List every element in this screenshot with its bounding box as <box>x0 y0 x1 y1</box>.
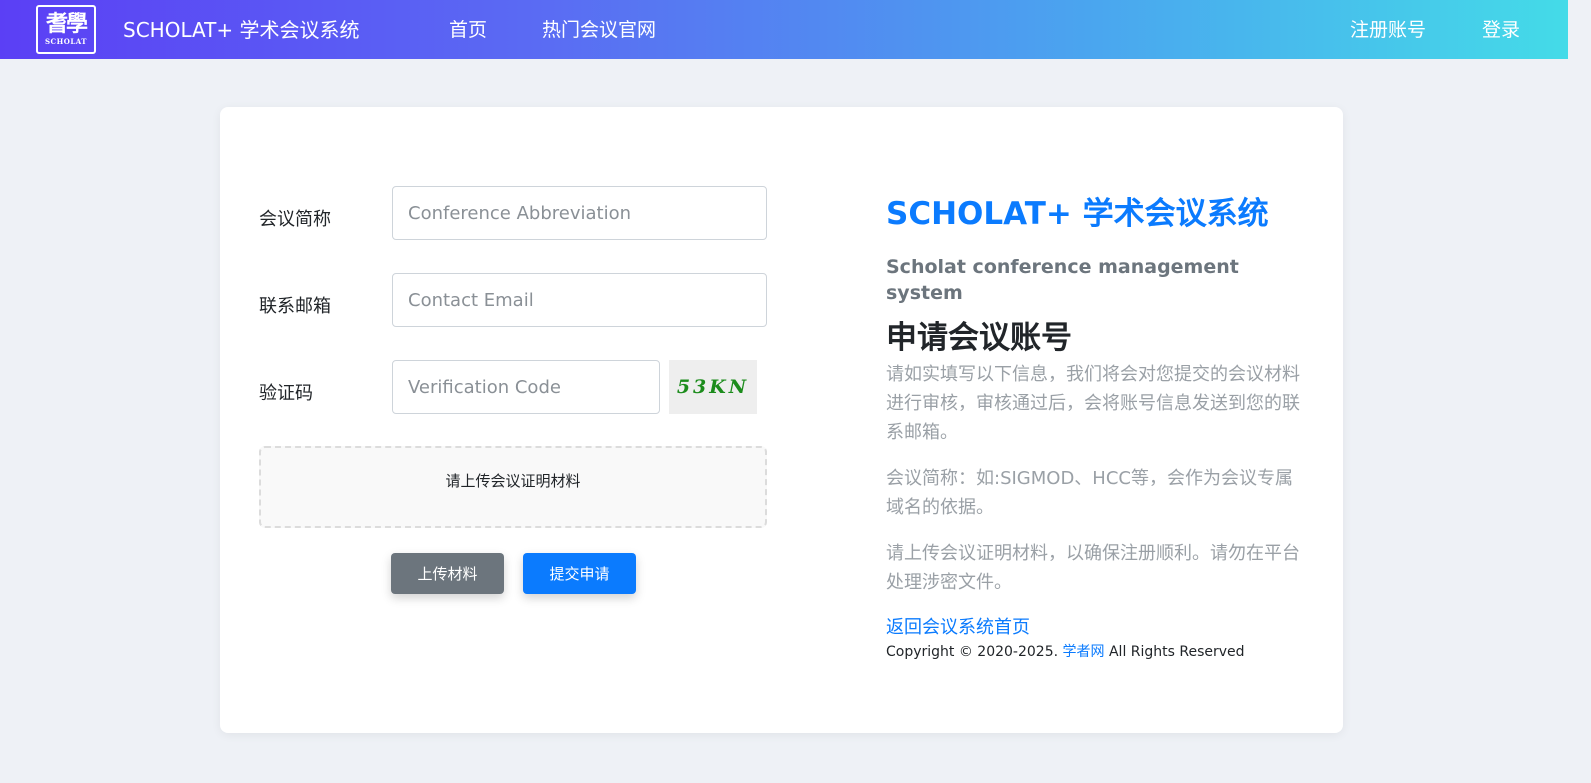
upload-hint: 请上传会议证明材料 <box>445 472 581 490</box>
info-panel: SCHOLAT+ 学术会议系统 Scholat conference manag… <box>886 195 1306 663</box>
nav-register-link[interactable]: 注册账号 <box>1350 16 1426 44</box>
verification-code-input[interactable] <box>392 360 660 414</box>
info-paragraph-upload: 请上传会议证明材料，以确保注册顺利。请勿在平台处理涉密文件。 <box>886 543 1300 593</box>
system-subtitle: Scholat conference management system <box>886 256 1239 304</box>
brand-title[interactable]: SCHOLAT+ 学术会议系统 <box>123 16 360 44</box>
page-heading: 申请会议账号 <box>886 320 1072 356</box>
info-paragraph-abbreviation: 会议简称：如:SIGMOD、HCC等，会作为会议专属域名的依据。 <box>886 468 1293 518</box>
nav-login-link[interactable]: 登录 <box>1482 16 1520 44</box>
nav-hot-conferences-link[interactable]: 热门会议官网 <box>542 16 656 44</box>
abbr-label: 会议简称 <box>259 209 331 230</box>
email-label: 联系邮箱 <box>259 296 331 317</box>
scrollbar-track[interactable] <box>1568 0 1591 783</box>
captcha-image[interactable]: 53KN <box>669 360 757 414</box>
submit-application-button[interactable]: 提交申请 <box>523 553 636 594</box>
logo-glyph: 耆學 <box>45 12 88 37</box>
upload-dropzone[interactable]: 请上传会议证明材料 <box>259 446 767 528</box>
conference-abbreviation-input[interactable] <box>392 186 767 240</box>
upload-material-button[interactable]: 上传材料 <box>391 553 504 594</box>
back-to-home-link[interactable]: 返回会议系统首页 <box>886 615 1306 641</box>
nav-home-link[interactable]: 首页 <box>449 16 487 44</box>
info-paragraph-review: 请如实填写以下信息，我们将会对您提交的会议材料进行审核，审核通过后，会将账号信息… <box>886 364 1300 443</box>
copyright: Copyright © 2020-2025. 学者网 All Rights Re… <box>886 641 1306 663</box>
top-navbar: 耆學 SCHOLAT SCHOLAT+ 学术会议系统 首页 热门会议官网 注册账… <box>0 0 1568 59</box>
verification-code-label: 验证码 <box>259 383 313 404</box>
application-card: 会议简称 联系邮箱 验证码 53KN 请上传会议证明材料 上传材料 提交申请 S… <box>220 107 1343 733</box>
contact-email-input[interactable] <box>392 273 767 327</box>
scholat-site-link[interactable]: 学者网 <box>1063 644 1105 660</box>
copyright-suffix: All Rights Reserved <box>1104 644 1245 660</box>
copyright-prefix: Copyright © 2020-2025. <box>886 644 1063 660</box>
system-title: SCHOLAT+ 学术会议系统 <box>886 196 1269 232</box>
logo-subtext: SCHOLAT <box>44 37 88 46</box>
scholat-logo[interactable]: 耆學 SCHOLAT <box>36 5 96 54</box>
